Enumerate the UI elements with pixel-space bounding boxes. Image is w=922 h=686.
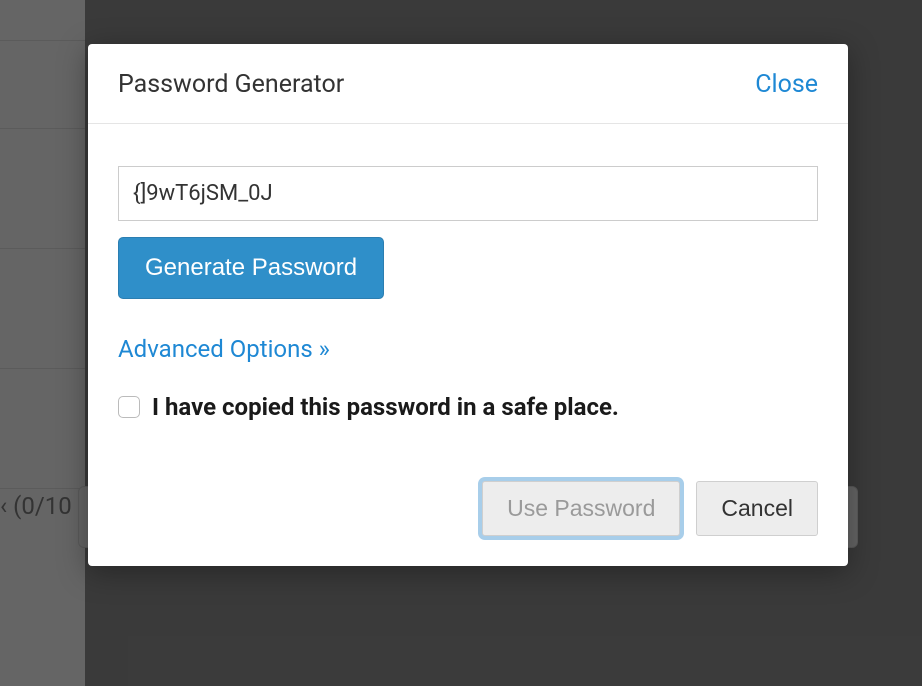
use-password-button[interactable]: Use Password xyxy=(482,481,680,536)
cancel-button[interactable]: Cancel xyxy=(696,481,818,536)
advanced-options-link[interactable]: Advanced Options » xyxy=(118,335,330,363)
password-input[interactable] xyxy=(118,166,818,221)
modal-body: Generate Password Advanced Options » I h… xyxy=(88,124,848,441)
modal-footer: Use Password Cancel xyxy=(88,441,848,566)
modal-header: Password Generator Close xyxy=(88,44,848,124)
generate-password-button[interactable]: Generate Password xyxy=(118,237,384,299)
modal-title: Password Generator xyxy=(118,70,344,99)
close-button[interactable]: Close xyxy=(755,70,818,99)
copied-checkbox-label[interactable]: I have copied this password in a safe pl… xyxy=(152,393,619,421)
copied-checkbox[interactable] xyxy=(118,396,140,418)
background-partial-text: ‹ (0/10 xyxy=(0,492,72,520)
copied-confirmation-row: I have copied this password in a safe pl… xyxy=(118,393,818,421)
password-generator-modal: Password Generator Close Generate Passwo… xyxy=(88,44,848,566)
